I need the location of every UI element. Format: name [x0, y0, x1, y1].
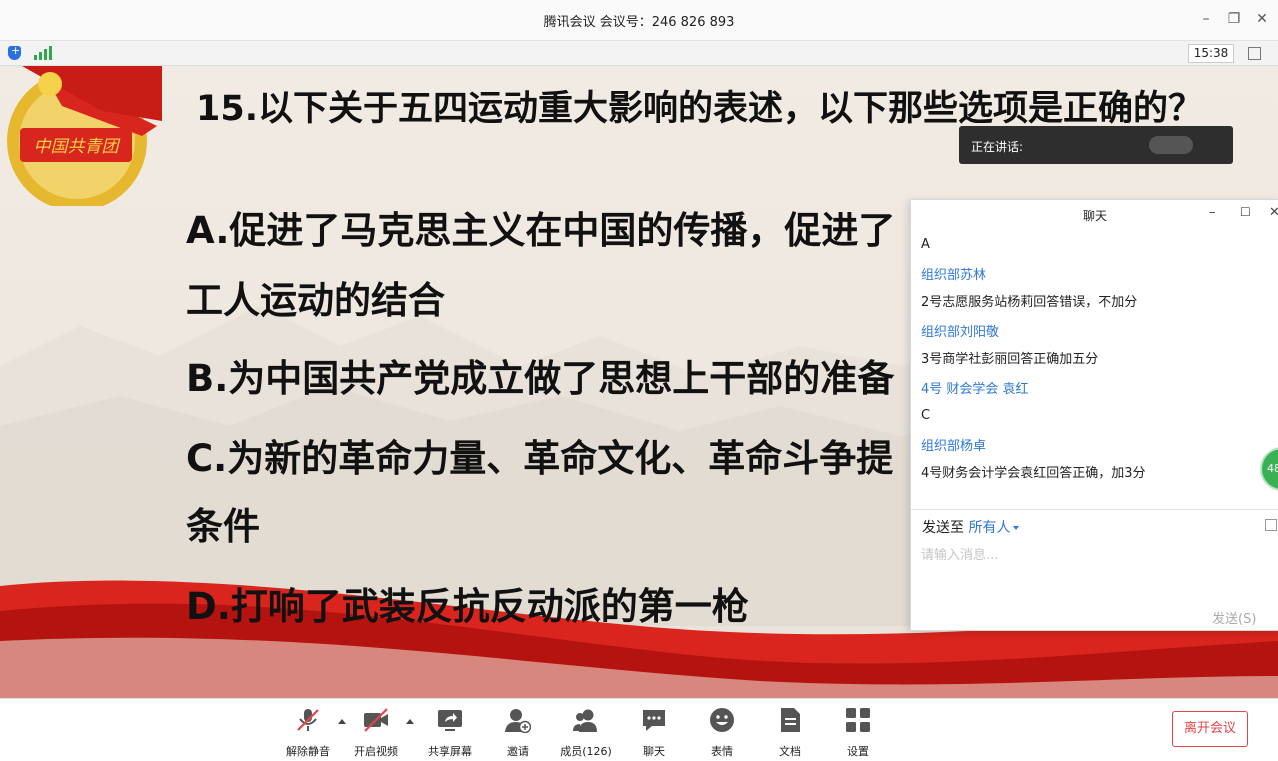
emoji-button[interactable]: 表情 — [690, 707, 754, 759]
window-titlebar: 腾讯会议 会议号：246 826 893 – ❐ ✕ — [0, 0, 1278, 41]
chat-message: C — [921, 408, 931, 423]
chat-close-icon[interactable]: ✕ — [1269, 205, 1278, 220]
chat-sender[interactable]: 组织部苏林 — [921, 264, 986, 283]
youth-league-emblem: 中国共青团 — [7, 66, 162, 206]
chat-maximize-icon[interactable]: ☐ — [1240, 205, 1251, 219]
settings-button[interactable]: 设置 — [826, 707, 890, 759]
members-label: 成员(126) — [560, 745, 612, 758]
documents-label: 文档 — [779, 745, 801, 758]
start-video-label: 开启视频 — [354, 745, 398, 758]
members-icon — [573, 709, 597, 732]
option-d: D.打响了武装反抗反动派的第一枪 — [186, 585, 749, 628]
chat-message: 4号财务会计学会袁红回答正确，加3分 — [921, 466, 1146, 481]
documents-button[interactable]: 文档 — [758, 707, 822, 759]
chat-input[interactable]: 请输入消息... — [921, 544, 998, 563]
chevron-down-icon[interactable] — [1013, 526, 1020, 530]
speaking-label: 正在讲话: — [971, 140, 1024, 154]
share-screen-button[interactable]: 共享屏幕 — [418, 707, 482, 759]
chat-sender[interactable]: 组织部杨卓 — [921, 435, 986, 454]
option-a-line1: A.促进了马克思主义在中国的传播，促进了 — [186, 209, 896, 252]
document-icon — [781, 708, 800, 732]
option-b: B.为中国共产党成立做了思想上干部的准备 — [186, 357, 895, 400]
option-c-line1: C.为新的革命力量、革命文化、革命斗争提 — [186, 437, 894, 480]
video-options-caret-icon[interactable] — [406, 719, 414, 724]
security-shield-icon[interactable] — [8, 44, 21, 60]
send-to-target[interactable]: 所有人 — [968, 520, 1010, 536]
send-to-label: 发送至 — [922, 520, 964, 536]
meeting-clock: 15:38 — [1188, 44, 1234, 63]
expand-input-icon[interactable] — [1265, 519, 1277, 531]
camera-off-icon — [364, 708, 388, 732]
send-to-selector[interactable]: 发送至 所有人 — [922, 517, 1020, 537]
status-bar: 15:38 — [0, 41, 1278, 66]
chat-sender[interactable]: 组织部刘阳敬 — [921, 321, 999, 340]
restore-icon[interactable]: ❐ — [1224, 11, 1244, 27]
settings-label: 设置 — [847, 745, 869, 758]
mic-muted-icon — [297, 709, 319, 731]
unmute-label: 解除静音 — [286, 745, 330, 758]
chat-divider — [911, 509, 1278, 510]
settings-grid-icon — [846, 708, 870, 732]
fullscreen-icon[interactable] — [1248, 47, 1261, 60]
question-title: 15.以下关于五四运动重大影响的表述，以下那些选项是正确的？ — [196, 89, 1204, 129]
window-title: 腾讯会议 会议号：246 826 893 — [543, 15, 735, 30]
chat-panel: 聊天 – ☐ ✕ A 组织部苏林 2号志愿服务站杨莉回答错误，不加分 组织部刘阳… — [910, 199, 1278, 631]
chat-title: 聊天 — [1082, 209, 1107, 223]
chat-button[interactable]: 聊天 — [622, 707, 686, 759]
minimize-icon[interactable]: – — [1196, 11, 1216, 27]
emoji-label: 表情 — [711, 745, 733, 758]
chat-sender[interactable]: 4号 财会学会 袁红 — [921, 378, 1029, 397]
chat-message: 2号志愿服务站杨莉回答错误，不加分 — [921, 295, 1138, 310]
members-button[interactable]: 成员(126) — [554, 707, 618, 759]
chat-bubble-icon — [643, 710, 665, 731]
emblem-text: 中国共青团 — [34, 137, 121, 157]
add-user-icon — [505, 709, 532, 734]
smiley-icon — [710, 708, 734, 732]
option-a-line2: 工人运动的结合 — [186, 279, 445, 322]
invite-label: 邀请 — [507, 745, 529, 758]
chat-label: 聊天 — [643, 745, 665, 758]
share-screen-icon — [438, 710, 462, 731]
chat-message: A — [921, 237, 930, 252]
send-button[interactable]: 发送(S) — [1212, 608, 1256, 627]
meeting-toolbar: 解除静音 开启视频 共享屏幕 邀请 成员(126) 聊天 表情 文档 设置 离开… — [0, 698, 1278, 761]
option-c-line2: 条件 — [186, 505, 260, 548]
close-icon[interactable]: ✕ — [1252, 11, 1272, 27]
network-signal-icon[interactable] — [34, 46, 52, 60]
chat-message: 3号商学社彭丽回答正确加五分 — [921, 352, 1099, 367]
invite-button[interactable]: 邀请 — [486, 707, 550, 759]
unmute-button[interactable]: 解除静音 — [276, 707, 340, 759]
speaking-indicator: 正在讲话: — [959, 126, 1233, 164]
start-video-button[interactable]: 开启视频 — [344, 707, 408, 759]
leave-meeting-button[interactable]: 离开会议 — [1172, 711, 1248, 747]
chat-minimize-icon[interactable]: – — [1209, 205, 1216, 220]
share-screen-label: 共享屏幕 — [428, 745, 472, 758]
speaker-name-blurred — [1149, 136, 1193, 154]
